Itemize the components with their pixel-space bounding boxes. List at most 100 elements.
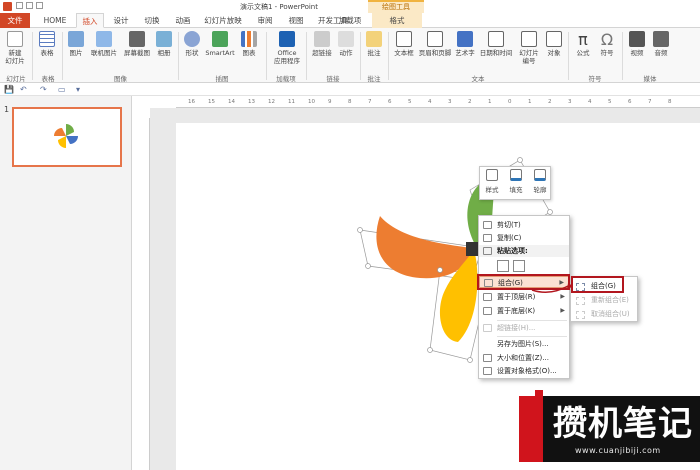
photo-album-button[interactable]: 相册 <box>154 31 174 57</box>
watermark-logo: 攒机笔记 www.cuanjibiji.com <box>519 390 700 470</box>
pen-outline-icon <box>534 169 546 181</box>
undo-icon[interactable]: ↶ <box>20 85 27 94</box>
action-star-icon <box>338 31 354 47</box>
menu-item-paste-options: 粘贴选项: <box>479 245 569 257</box>
tab-design[interactable]: 设计 <box>108 13 134 28</box>
hyperlink-button[interactable]: 超链接 <box>310 31 334 57</box>
start-slideshow-icon[interactable]: ▭ <box>58 85 66 94</box>
picture-icon <box>68 31 84 47</box>
tab-insert[interactable]: 插入 <box>76 13 104 28</box>
tab-review[interactable]: 审阅 <box>252 13 278 28</box>
highlight-box-submenu-group <box>571 276 624 293</box>
group-images-label: 图像 <box>114 75 127 83</box>
smartart-icon <box>212 31 228 47</box>
office-apps-button[interactable]: Office 应用程序 <box>270 31 304 65</box>
send-back-icon <box>483 307 492 315</box>
regroup-icon <box>576 297 585 305</box>
format-object-icon <box>483 367 492 375</box>
slide-number-button[interactable]: 幻灯片 编号 <box>516 31 542 65</box>
object-icon <box>546 31 562 47</box>
object-button[interactable]: 对象 <box>544 31 564 57</box>
quick-access-mini <box>16 2 56 11</box>
paint-bucket-icon <box>510 169 522 181</box>
comment-button[interactable]: 批注 <box>364 31 384 57</box>
symbol-button[interactable]: Ω 符号 <box>596 31 618 58</box>
group-comments-label: 批注 <box>367 75 381 83</box>
action-button[interactable]: 动作 <box>336 31 356 57</box>
tab-file[interactable]: 文件 <box>0 13 30 28</box>
menu-item-send-to-back[interactable]: 置于底层(K) ▶ <box>479 305 569 317</box>
paste-picture-icon[interactable] <box>513 260 525 272</box>
shapes-button[interactable]: 形状 <box>181 31 203 57</box>
group-addins-label: 加载项 <box>276 75 296 83</box>
online-picture-button[interactable]: 联机图片 <box>88 31 120 57</box>
group-slides-label: 幻灯片 <box>6 75 26 83</box>
online-picture-icon <box>96 31 112 47</box>
table-button[interactable]: 表格 <box>36 31 58 57</box>
scissors-icon <box>483 221 492 229</box>
submenu-item-ungroup[interactable]: 取消组合(U) <box>571 308 637 321</box>
menu-item-copy[interactable]: 复制(C) <box>479 232 569 244</box>
wordart-icon <box>457 31 473 47</box>
date-time-button[interactable]: 日期和时间 <box>478 31 514 57</box>
audio-button[interactable]: 音频 <box>650 31 672 57</box>
save-icon[interactable]: 💾 <box>4 85 14 94</box>
copy-icon <box>483 234 492 242</box>
slide-thumbnail[interactable] <box>12 107 122 167</box>
screenshot-button[interactable]: 屏幕截图 <box>121 31 153 57</box>
horizontal-ruler: 16 15 14 13 12 11 10 9 8 7 6 5 4 3 2 1 0… <box>176 98 700 108</box>
tab-addins[interactable]: 加载项 <box>334 13 366 28</box>
annotation-arrow-icon <box>531 283 573 293</box>
calendar-icon <box>488 31 504 47</box>
header-footer-icon <box>427 31 443 47</box>
pi-icon: π <box>578 30 588 49</box>
submenu-item-regroup[interactable]: 重新组合(E) <box>571 294 637 307</box>
outline-button[interactable]: 轮廓 <box>530 169 550 194</box>
header-footer-button[interactable]: 页眉和页脚 <box>418 31 452 57</box>
new-slide-button[interactable]: 新建 幻灯片 <box>2 31 28 65</box>
title-bar: 演示文稿1 - PowerPoint 绘图工具 <box>0 0 700 13</box>
group-text-label: 文本 <box>471 75 485 83</box>
tab-format[interactable]: 格式 <box>372 13 422 28</box>
table-icon <box>39 31 55 47</box>
tab-animations[interactable]: 动画 <box>170 13 196 28</box>
paste-icon <box>483 247 492 255</box>
drawing-tools-group-label: 绘图工具 <box>368 0 424 13</box>
video-icon <box>629 31 645 47</box>
menu-item-cut[interactable]: 剪切(T) <box>479 219 569 231</box>
menu-item-format-object[interactable]: 设置对象格式(O)... <box>479 365 569 377</box>
wordart-button[interactable]: 艺术字 <box>453 31 477 57</box>
video-button[interactable]: 视频 <box>626 31 648 57</box>
customize-qat-icon[interactable]: ▾ <box>76 85 80 94</box>
group-media-label: 媒体 <box>643 75 657 83</box>
menu-item-hyperlink[interactable]: 超链接(H)... <box>479 322 569 334</box>
smartart-button[interactable]: SmartArt <box>204 31 236 57</box>
powerpoint-app-icon[interactable] <box>3 2 12 11</box>
watermark-text: 攒机笔记 <box>553 404 693 444</box>
submenu-arrow-icon: ▶ <box>560 307 565 314</box>
textbox-icon <box>396 31 412 47</box>
bring-front-icon <box>483 293 492 301</box>
fill-button[interactable]: 填充 <box>506 169 526 194</box>
group-links-label: 链接 <box>326 75 340 83</box>
paste-keep-source-icon[interactable] <box>497 260 509 272</box>
menu-item-save-as-picture[interactable]: 另存为图片(S)... <box>479 338 569 350</box>
photo-album-icon <box>156 31 172 47</box>
slide-number-icon <box>521 31 537 47</box>
style-button[interactable]: 样式 <box>482 169 502 194</box>
tab-home[interactable]: HOME <box>38 13 72 28</box>
textbox-button[interactable]: 文本框 <box>391 31 417 57</box>
equation-button[interactable]: π 公式 <box>572 30 594 58</box>
ungroup-icon <box>576 311 585 319</box>
comment-icon <box>366 31 382 47</box>
group-illustrations-label: 插图 <box>215 75 229 83</box>
picture-button[interactable]: 图片 <box>66 31 86 57</box>
tab-view[interactable]: 视图 <box>283 13 309 28</box>
slide-number: 1 <box>4 105 10 114</box>
menu-item-size-position[interactable]: 大小和位置(Z)... <box>479 352 569 364</box>
tab-transitions[interactable]: 切换 <box>139 13 165 28</box>
chart-button[interactable]: 图表 <box>238 31 260 57</box>
tab-slideshow[interactable]: 幻灯片放映 <box>200 13 246 28</box>
chart-icon <box>241 31 257 47</box>
redo-icon[interactable]: ↷ <box>40 85 47 94</box>
